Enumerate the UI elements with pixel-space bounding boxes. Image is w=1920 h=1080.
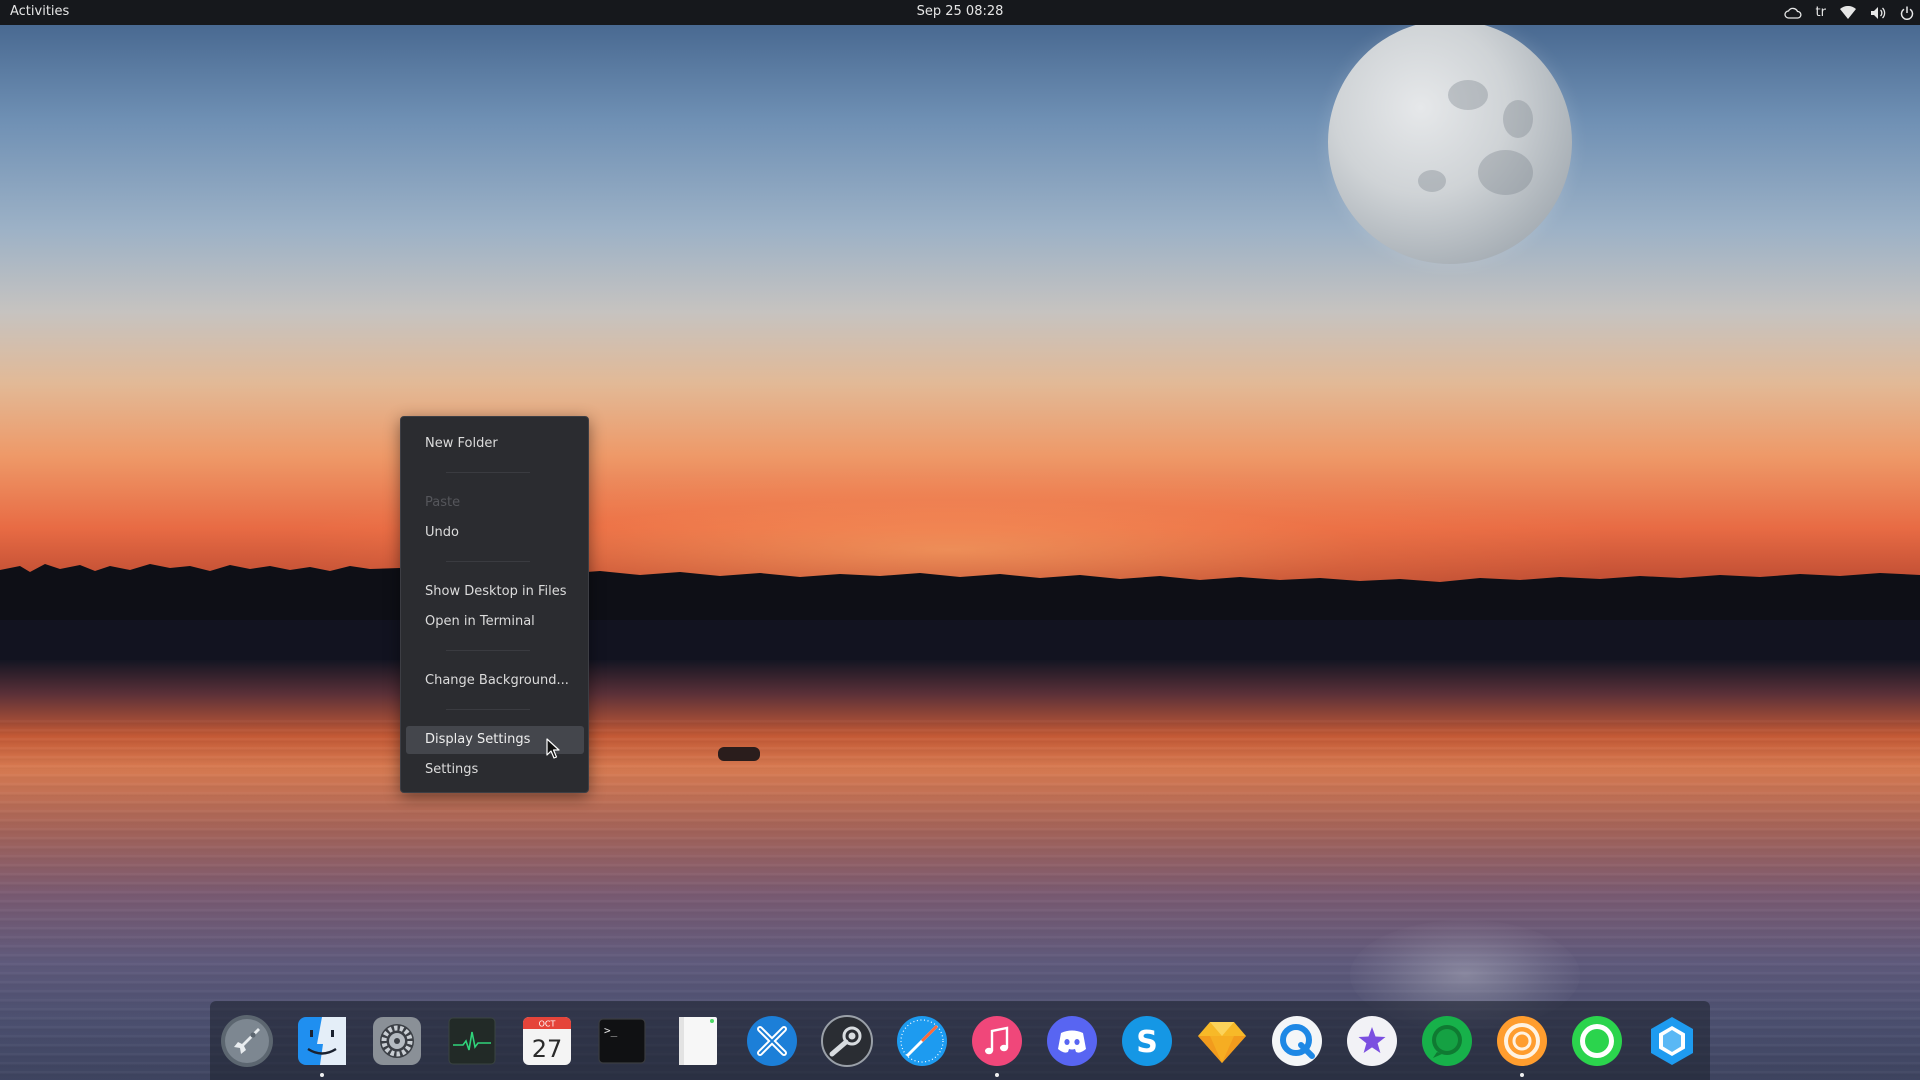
menu-separator (446, 650, 530, 651)
wallpaper-floating-log (718, 747, 760, 761)
terminal-prompt: >_ (604, 1024, 618, 1037)
dock-app-sketch[interactable] (1195, 1014, 1249, 1068)
power-icon[interactable] (1900, 2, 1914, 23)
running-indicator (320, 1073, 324, 1077)
blue-hexagon-icon (1651, 1017, 1693, 1065)
dock-app-skype[interactable]: S (1120, 1014, 1174, 1068)
discord-icon (1047, 1016, 1097, 1066)
cloud-icon[interactable] (1783, 2, 1802, 23)
dock-app-music[interactable] (970, 1014, 1024, 1077)
dock-app-launcher[interactable] (220, 1014, 274, 1068)
rocket-launcher-icon (221, 1015, 273, 1067)
xcode-x-icon (747, 1016, 797, 1066)
dock-app-hexagon[interactable] (1645, 1014, 1699, 1068)
desktop-context-menu: New Folder Paste Undo Show Desktop in Fi… (400, 416, 589, 793)
music-icon (972, 1016, 1022, 1066)
dock-app-xcode[interactable] (745, 1014, 799, 1068)
wifi-icon[interactable] (1840, 2, 1856, 23)
menu-item-settings[interactable]: Settings (406, 756, 584, 784)
dock-app-calendar[interactable]: OCT 27 (520, 1014, 574, 1068)
quicktime-q-icon (1272, 1016, 1322, 1066)
orange-ring-icon (1497, 1016, 1547, 1066)
finder-files-icon (298, 1017, 346, 1065)
dock-app-files[interactable] (295, 1014, 349, 1077)
dock-app-steam[interactable] (820, 1014, 874, 1068)
steam-icon (821, 1015, 873, 1067)
menu-separator (446, 561, 530, 562)
clock-container: Sep 25 08:28 (0, 4, 1920, 19)
green-circle-icon (1572, 1016, 1622, 1066)
top-panel: Activities Sep 25 08:28 tr (0, 0, 1920, 25)
dock-app-discord[interactable] (1045, 1014, 1099, 1068)
menu-item-undo[interactable]: Undo (406, 519, 584, 547)
dock: OCT 27 >_ S (210, 1001, 1710, 1080)
menu-item-change-background[interactable]: Change Background... (406, 667, 584, 695)
dock-app-system-monitor[interactable] (445, 1014, 499, 1068)
star-app-icon (1347, 1016, 1397, 1066)
safari-compass-icon (897, 1016, 947, 1066)
menu-separator (446, 472, 530, 473)
calendar-month: OCT (539, 1020, 556, 1029)
running-indicator (995, 1073, 999, 1077)
wallpaper-treeline (0, 564, 1920, 670)
dock-app-system-settings[interactable] (370, 1014, 424, 1068)
volume-icon[interactable] (1870, 2, 1886, 23)
calendar-icon: OCT 27 (523, 1017, 571, 1065)
menu-item-show-desktop-in-files[interactable]: Show Desktop in Files (406, 578, 584, 606)
dock-app-text-editor[interactable] (670, 1014, 724, 1068)
running-indicator (1520, 1073, 1524, 1077)
mouse-pointer-icon (546, 738, 560, 759)
dock-app-chat[interactable] (1420, 1014, 1474, 1068)
dock-app-quicktime[interactable] (1270, 1014, 1324, 1068)
menu-item-paste: Paste (425, 495, 461, 510)
skype-glyph: S (1136, 1025, 1158, 1060)
menu-item-new-folder[interactable]: New Folder (406, 430, 584, 458)
wallpaper-moon (1328, 20, 1572, 264)
system-monitor-icon (448, 1017, 496, 1065)
calendar-day: 27 (532, 1035, 563, 1063)
text-editor-icon (679, 1017, 717, 1065)
system-tray: tr (1783, 2, 1914, 23)
dock-app-star[interactable] (1345, 1014, 1399, 1068)
keyboard-layout-indicator[interactable]: tr (1816, 2, 1826, 23)
desktop-wallpaper[interactable] (0, 0, 1920, 1080)
date-time-button[interactable]: Sep 25 08:28 (917, 4, 1004, 19)
dock-app-green[interactable] (1570, 1014, 1624, 1068)
skype-icon: S (1122, 1016, 1172, 1066)
sketch-diamond-icon (1198, 1022, 1246, 1063)
menu-separator (446, 709, 530, 710)
system-settings-gear-icon (373, 1017, 421, 1065)
activities-button[interactable]: Activities (10, 4, 69, 19)
menu-item-open-in-terminal[interactable]: Open in Terminal (406, 608, 584, 636)
dock-app-orange[interactable] (1495, 1014, 1549, 1077)
green-chat-icon (1422, 1016, 1472, 1066)
terminal-icon: >_ (598, 1018, 646, 1064)
dock-app-browser[interactable] (895, 1014, 949, 1068)
dock-app-terminal[interactable]: >_ (595, 1014, 649, 1068)
